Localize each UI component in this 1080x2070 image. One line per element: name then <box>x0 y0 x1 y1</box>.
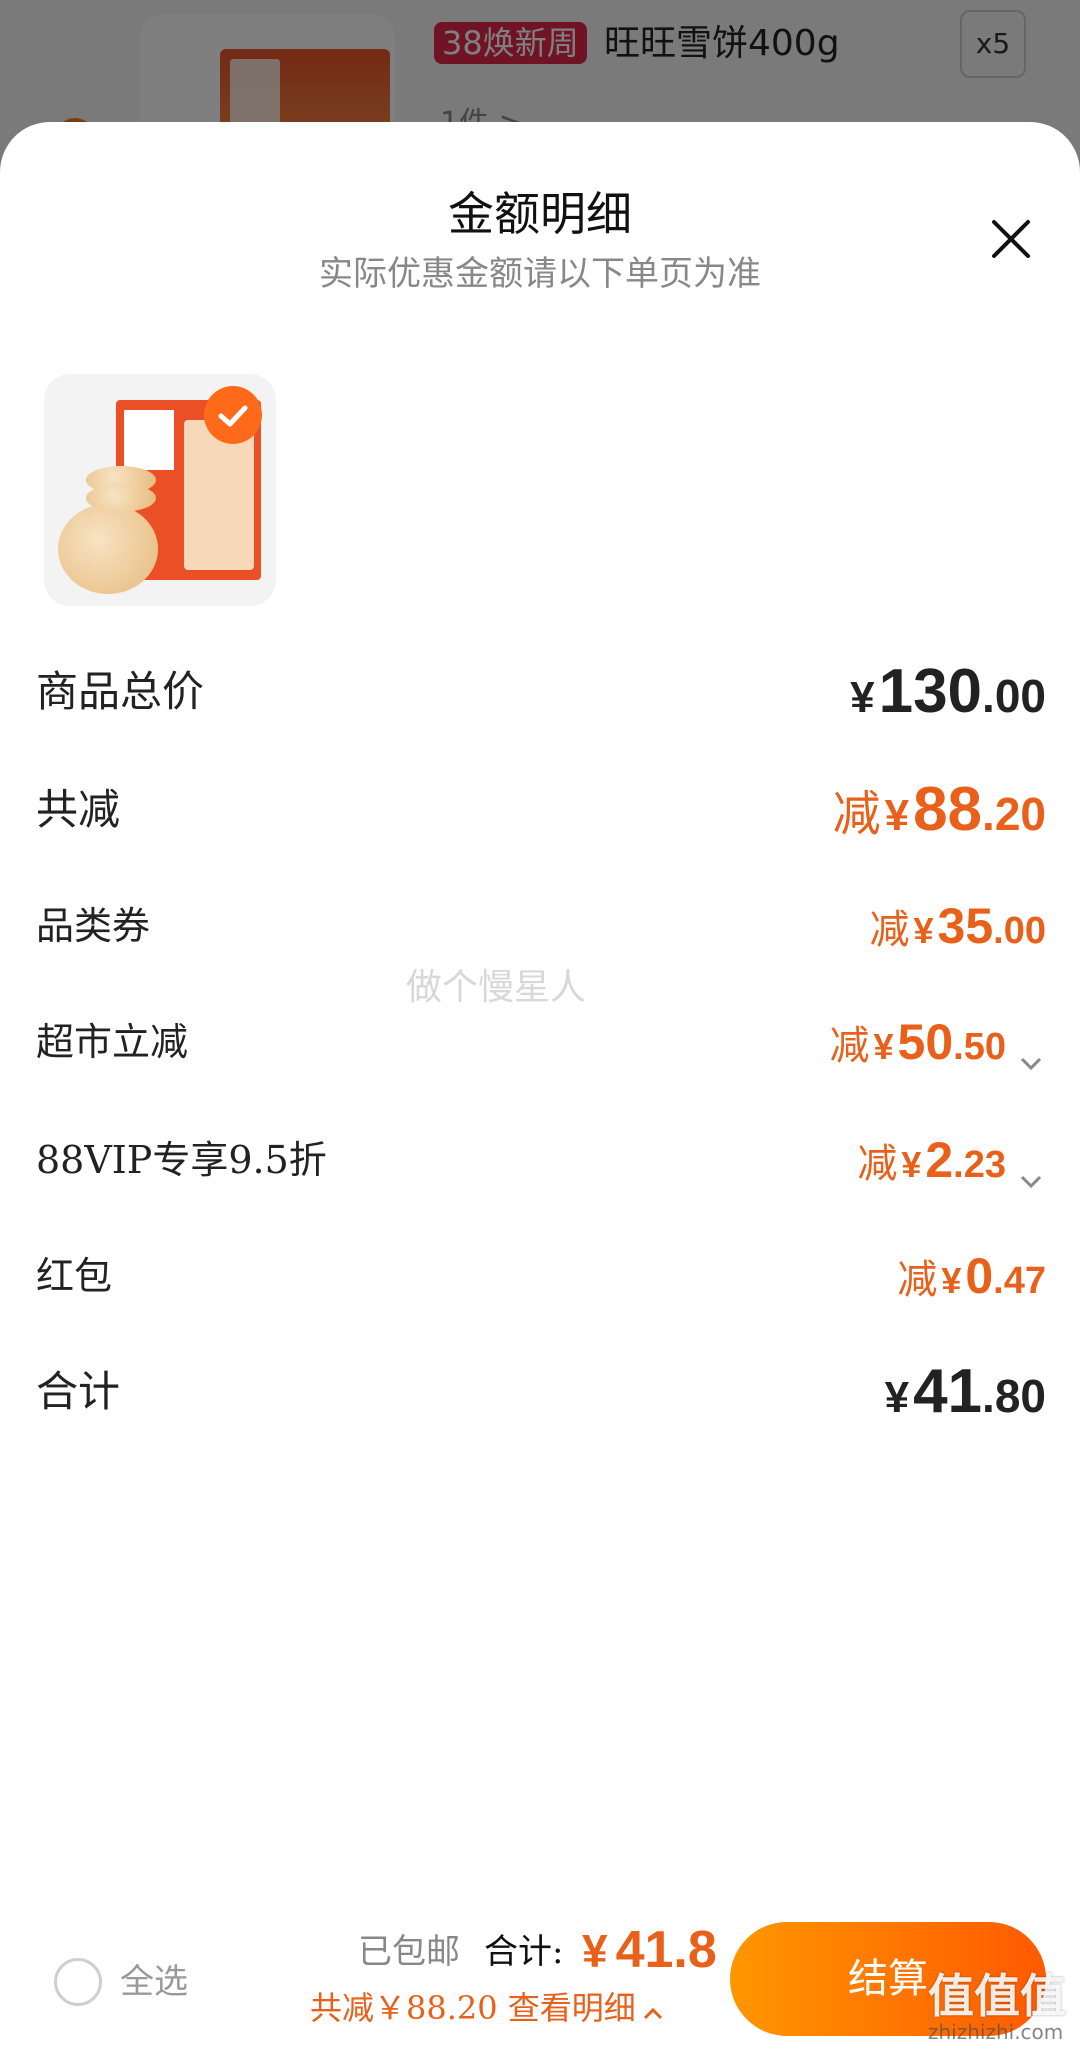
close-icon <box>992 220 1030 258</box>
amount-decimal: .23 <box>953 1144 1006 1186</box>
select-all-radio[interactable] <box>54 1958 102 2006</box>
amount-integer: 35 <box>937 898 994 954</box>
amount-decimal: .20 <box>982 788 1046 840</box>
amount-row-label: 88VIP专享9.5折 <box>36 1138 327 1182</box>
amount-row-label: 共减 <box>36 785 121 834</box>
total-label: 合计: <box>484 1932 564 1972</box>
amount-integer: 50 <box>897 1014 954 1070</box>
total-amount: ¥41.8 <box>582 1920 717 1981</box>
yen-symbol: ¥ <box>913 910 934 951</box>
amount-row: 红包 减 ¥0.47 <box>36 1236 1046 1316</box>
amount-row-value: 减 ¥50.50 <box>830 1002 1046 1095</box>
yen-symbol: ¥ <box>873 1026 894 1067</box>
sheet-title: 金额明细 <box>448 187 632 241</box>
amount-decimal: .50 <box>953 1026 1006 1068</box>
chevron-down-icon[interactable] <box>1016 1152 1046 1188</box>
amount-row: 共减 减¥88.20 <box>36 770 1046 850</box>
minus-prefix: 减 <box>897 1257 938 1303</box>
amount-row-value: 减 ¥0.47 <box>897 1236 1046 1329</box>
sheet-subtitle: 实际优惠金额请以下单页为准 <box>319 254 761 294</box>
site-url-watermark: zhizhizhi.com <box>928 2020 1064 2044</box>
chevron-down-icon[interactable] <box>1016 1034 1046 1070</box>
amount-decimal: .00 <box>993 910 1046 952</box>
yen-symbol: ¥ <box>884 1373 910 1422</box>
amount-row-label: 超市立减 <box>36 1020 189 1064</box>
close-button[interactable] <box>986 214 1036 264</box>
yen-symbol: ¥ <box>901 1144 922 1185</box>
minus-prefix: 减 <box>829 1023 870 1069</box>
total-value: 41.8 <box>615 1921 717 1979</box>
bottom-bar: 全选 已包邮 合计: ¥41.8 共减￥88.20 查看明细 结算 值值值 zh… <box>0 1910 1080 2070</box>
amount-row-label: 品类券 <box>36 904 151 948</box>
amount-row-label: 商品总价 <box>36 667 205 716</box>
watermark-text: 做个慢星人 <box>406 967 587 1008</box>
total-yen: ¥ <box>582 1925 608 1977</box>
amount-row-label: 红包 <box>36 1254 113 1298</box>
yen-symbol: ¥ <box>941 1260 962 1301</box>
amount-row-value: 减 ¥35.00 <box>870 886 1046 979</box>
amount-decimal: .00 <box>982 670 1046 722</box>
amount-decimal: .80 <box>982 1370 1046 1422</box>
amount-row: 商品总价 ¥130.00 <box>36 652 1046 732</box>
amount-detail-sheet: 金额明细 实际优惠金额请以下单页为准 <box>0 122 1080 2070</box>
amount-row-value: 减 ¥2.23 <box>857 1120 1046 1213</box>
amount-integer: 0 <box>965 1248 994 1304</box>
minus-prefix: 减 <box>832 786 881 842</box>
amount-row: 合计 ¥41.80 <box>36 1352 1046 1432</box>
amount-decimal: .47 <box>993 1260 1046 1302</box>
view-detail-link[interactable]: 共减￥88.20 查看明细 <box>310 1986 666 2030</box>
amount-row[interactable]: 88VIP专享9.5折 减 ¥2.23 <box>36 1120 1046 1200</box>
amount-row-label: 合计 <box>36 1367 121 1416</box>
saving-text: 共减￥88.20 查看明细 <box>310 1989 636 2027</box>
site-logo-watermark: 值值值 <box>928 1969 1066 2023</box>
chevron-up-icon <box>640 1994 666 2020</box>
product-thumbnail[interactable] <box>44 374 276 606</box>
amount-row-value: ¥130.00 <box>846 652 1046 748</box>
shipping-label: 已包邮 <box>358 1932 460 1972</box>
amount-row-value: 减¥88.20 <box>833 770 1046 866</box>
minus-prefix: 减 <box>857 1141 898 1187</box>
yen-symbol: ¥ <box>884 791 910 840</box>
amount-row-value: ¥41.80 <box>881 1352 1046 1448</box>
amount-integer: 41 <box>913 1357 983 1426</box>
amount-row: 品类券 减 ¥35.00 <box>36 886 1046 966</box>
yen-symbol: ¥ <box>850 673 875 722</box>
amount-integer: 2 <box>925 1132 954 1188</box>
minus-prefix: 减 <box>869 907 910 953</box>
select-all-label[interactable]: 全选 <box>120 1958 188 2006</box>
amount-integer: 130 <box>878 657 983 726</box>
amount-row[interactable]: 超市立减 减 ¥50.50 <box>36 1002 1046 1082</box>
amount-integer: 88 <box>913 775 983 844</box>
selected-check-icon <box>204 386 262 444</box>
